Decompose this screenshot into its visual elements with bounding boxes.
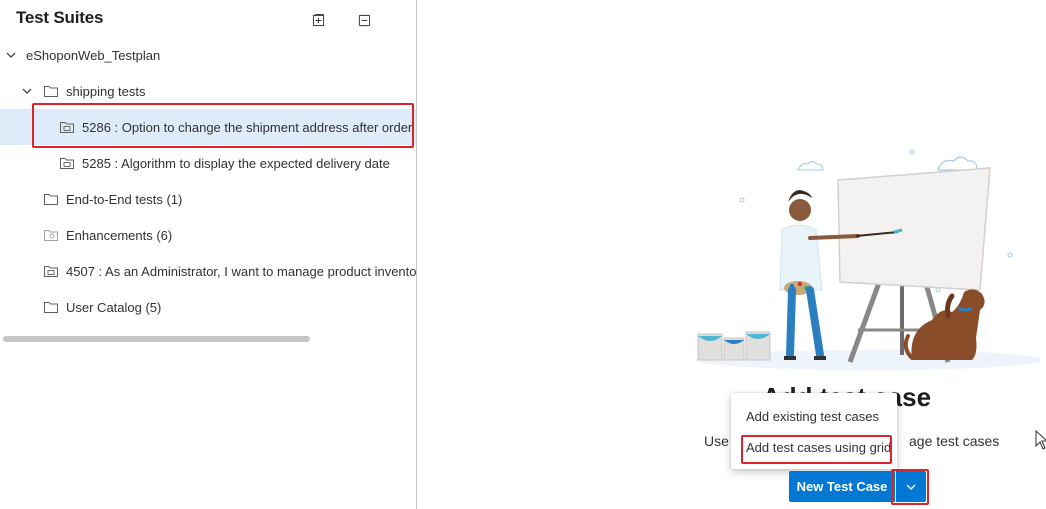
chevron-down-icon[interactable] — [21, 85, 33, 97]
menu-item-add-using-grid[interactable]: Add test cases using grid — [731, 432, 897, 462]
tree-item-label: shipping tests — [66, 83, 146, 99]
mouse-cursor-icon — [1035, 430, 1046, 450]
tree-item-5285[interactable]: 5285 : Algorithm to display the expected… — [0, 145, 416, 181]
requirement-suite-icon — [60, 158, 74, 169]
requirement-suite-icon — [60, 122, 74, 133]
tree-item-user-catalog[interactable]: User Catalog (5) — [0, 289, 416, 325]
tree-item-4507[interactable]: 4507 : As an Administrator, I want to ma… — [0, 253, 417, 289]
tree-item-shipping-tests[interactable]: shipping tests — [0, 73, 416, 109]
folder-icon — [44, 302, 58, 313]
menu-item-add-existing[interactable]: Add existing test cases — [731, 401, 897, 431]
folder-icon — [44, 194, 58, 205]
new-test-case-dropdown-button[interactable] — [896, 471, 926, 502]
tree-item-5286[interactable]: 5286 : Option to change the shipment add… — [0, 109, 416, 145]
tree-item-label: 5286 : Option to change the shipment add… — [82, 119, 413, 135]
tree-item-end-to-end[interactable]: End-to-End tests (1) — [0, 181, 416, 217]
test-suites-panel: Test Suites eShoponWeb_Testplan shipping… — [0, 0, 417, 509]
tree-item-enhancements[interactable]: Enhancements (6) — [0, 217, 416, 253]
tree-root-label: eShoponWeb_Testplan — [26, 47, 161, 63]
tree-item-label: Enhancements (6) — [66, 227, 173, 243]
chevron-down-icon — [906, 484, 916, 490]
requirement-suite-icon — [44, 266, 58, 277]
folder-icon — [44, 86, 58, 97]
empty-state-desc-right: age test cases — [909, 433, 1000, 449]
tree-item-label: User Catalog (5) — [66, 299, 162, 315]
panel-title: Test Suites — [16, 8, 104, 27]
empty-state-illustration — [695, 149, 1040, 370]
tree-item-label: 5285 : Algorithm to display the expected… — [82, 155, 390, 171]
empty-state-desc-left: Use — [704, 433, 729, 449]
collapse-all-icon[interactable] — [356, 12, 372, 28]
new-test-case-button[interactable]: New Test Case — [789, 471, 895, 502]
horizontal-scrollbar[interactable] — [3, 336, 310, 342]
query-suite-icon — [44, 230, 58, 241]
tree-root[interactable]: eShoponWeb_Testplan — [0, 37, 416, 73]
chevron-down-icon[interactable] — [5, 49, 17, 61]
tree-item-label: 4507 : As an Administrator, I want to ma… — [66, 263, 417, 279]
expand-all-icon[interactable] — [310, 12, 326, 28]
add-test-case-menu: Add existing test cases Add test cases u… — [731, 393, 897, 469]
tree-item-label: End-to-End tests (1) — [66, 191, 183, 207]
